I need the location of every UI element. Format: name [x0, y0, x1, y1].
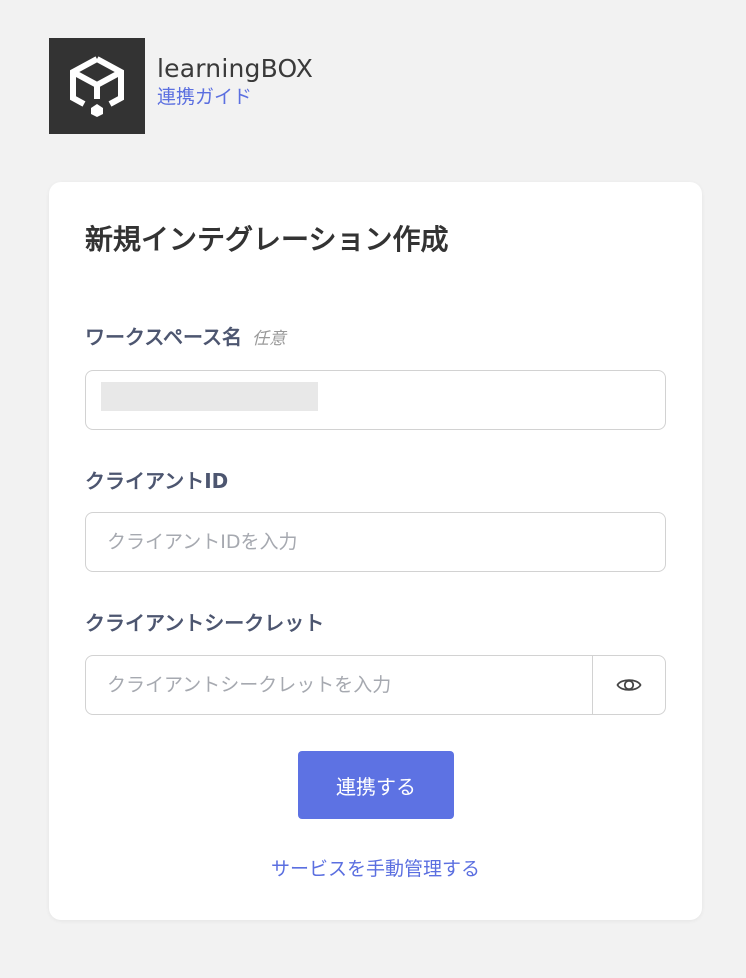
integration-form-card: 新規インテグレーション作成 ワークスペース名 任意 クライアントID クライアント… — [49, 182, 702, 920]
app-name: learningBOX — [157, 54, 314, 83]
optional-tag: 任意 — [252, 329, 286, 349]
client-id-field[interactable] — [85, 512, 666, 572]
app-header: learningBOX 連携ガイド — [49, 38, 313, 134]
workspace-name-field[interactable] — [85, 370, 666, 430]
client-id-input[interactable] — [86, 513, 665, 571]
client-secret-field[interactable] — [85, 655, 666, 715]
client-secret-input[interactable] — [86, 656, 592, 714]
toggle-secret-visibility-button[interactable] — [592, 656, 665, 714]
client-secret-label: クライアントシークレット — [85, 611, 325, 635]
redacted-value — [101, 382, 318, 411]
integration-guide-link[interactable]: 連携ガイド — [157, 85, 313, 109]
client-id-label: クライアントID — [85, 469, 229, 493]
learningbox-logo — [49, 38, 145, 134]
manual-manage-link-text[interactable]: サービスを手動管理する — [271, 858, 480, 880]
workspace-name-label: ワークスペース名 任意 — [85, 323, 286, 353]
manual-manage-link: サービスを手動管理する — [49, 856, 702, 882]
brand-block: learningBOX 連携ガイド — [157, 53, 313, 109]
eye-icon — [616, 679, 642, 691]
page-title: 新規インテグレーション作成 — [85, 223, 449, 256]
cube-logo-icon — [70, 56, 124, 117]
workspace-name-label-text: ワークスペース名 — [85, 325, 242, 349]
connect-button[interactable]: 連携する — [298, 751, 454, 819]
